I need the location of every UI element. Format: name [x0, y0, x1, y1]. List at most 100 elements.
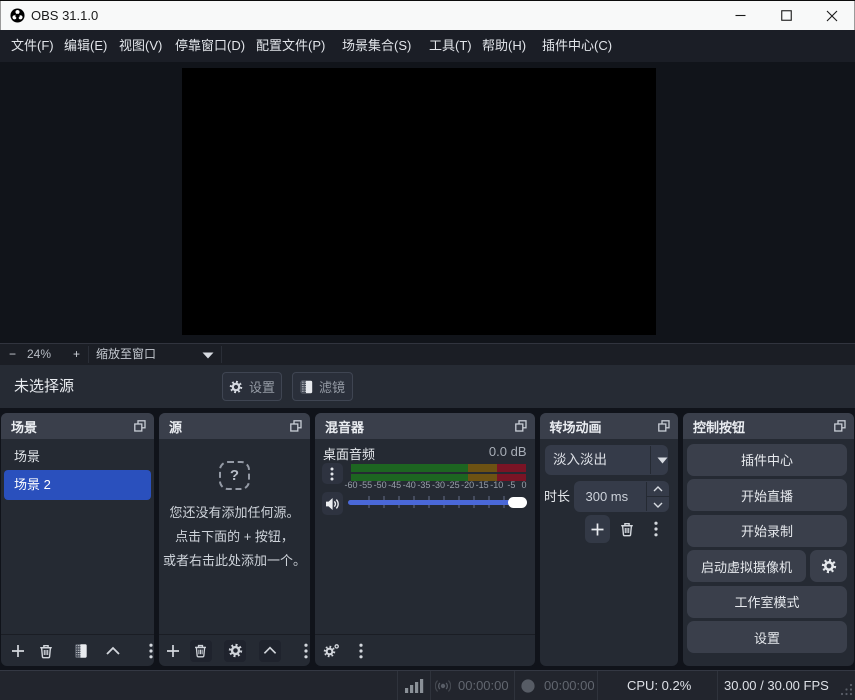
- scene-item-selected[interactable]: 场景 2: [4, 470, 151, 500]
- remove-source-button[interactable]: [190, 640, 212, 662]
- source-properties-button[interactable]: [224, 640, 246, 662]
- add-scene-button[interactable]: [11, 643, 26, 658]
- scenes-toolbar: [1, 634, 154, 666]
- minimize-button[interactable]: [717, 1, 763, 30]
- popout-icon[interactable]: [658, 420, 670, 432]
- remove-scene-button[interactable]: [38, 643, 54, 659]
- filters-icon: [300, 380, 313, 394]
- volume-slider-track[interactable]: [348, 500, 527, 505]
- settings-button[interactable]: 设置: [687, 621, 847, 653]
- scene-item[interactable]: 场景: [1, 443, 154, 470]
- toolbar-overflow-button[interactable]: [149, 643, 153, 659]
- separator: [430, 671, 431, 700]
- sources-empty-state[interactable]: ? 您还没有添加任何源。 点击下面的 + 按钮， 或者右击此处添加一个。: [159, 413, 310, 573]
- controls-dock-titlebar[interactable]: 控制按钮: [683, 413, 854, 439]
- advanced-audio-button[interactable]: [322, 643, 339, 658]
- duration-spinbox[interactable]: 300 ms: [574, 481, 669, 512]
- mixer-menu-button[interactable]: [359, 643, 363, 659]
- sources-toolbar: [159, 634, 310, 666]
- menu-view[interactable]: 视图(V): [119, 30, 162, 62]
- close-icon: [826, 10, 838, 22]
- transition-selected-value: 淡入淡出: [553, 445, 607, 475]
- dots-vertical-icon: [304, 643, 308, 659]
- dots-vertical-icon: [654, 521, 658, 537]
- start-virtual-camera-button[interactable]: 启动虚拟摄像机: [687, 550, 806, 582]
- menu-profile[interactable]: 配置文件(P): [256, 30, 325, 62]
- mixer-dock-titlebar[interactable]: 混音器: [315, 413, 535, 439]
- scenes-dock-title: 场景: [11, 417, 37, 436]
- obs-window: OBS 31.1.0 文件(F) 编辑(E) 视图(V) 停靠窗口(D) 配置文…: [0, 0, 855, 700]
- titlebar: OBS 31.1.0: [0, 0, 855, 30]
- separator: [514, 671, 515, 700]
- menubar: 文件(F) 编辑(E) 视图(V) 停靠窗口(D) 配置文件(P) 场景集合(S…: [0, 30, 855, 62]
- source-properties-button[interactable]: 设置: [222, 372, 282, 401]
- mixer-toolbar: [315, 634, 535, 666]
- resize-grip[interactable]: [840, 683, 853, 696]
- start-recording-button[interactable]: 开始录制: [687, 515, 847, 547]
- menu-help[interactable]: 帮助(H): [482, 30, 526, 62]
- mute-button[interactable]: [322, 492, 344, 515]
- preview-area[interactable]: [0, 62, 855, 343]
- add-transition-button[interactable]: [585, 515, 610, 543]
- volume-slider-handle[interactable]: [508, 497, 527, 508]
- volume-meter: [351, 464, 526, 481]
- zoom-out-button[interactable]: −: [9, 344, 16, 365]
- menu-tools[interactable]: 工具(T): [429, 30, 472, 62]
- scenes-dock-titlebar[interactable]: 场景: [1, 413, 154, 439]
- move-scene-up-button[interactable]: [106, 646, 121, 655]
- popout-icon[interactable]: [834, 420, 846, 432]
- menu-scene-collection[interactable]: 场景集合(S): [342, 30, 411, 62]
- spin-down-button[interactable]: [651, 500, 664, 509]
- source-filters-label: 滤镜: [319, 377, 345, 396]
- trash-icon: [193, 643, 208, 658]
- close-button[interactable]: [809, 1, 855, 30]
- volume-slider[interactable]: [348, 496, 527, 508]
- toolbar-overflow-button[interactable]: [304, 643, 308, 659]
- maximize-button[interactable]: [763, 1, 809, 30]
- spin-up-button[interactable]: [651, 484, 664, 493]
- source-filters-button[interactable]: 滤镜: [292, 372, 353, 401]
- studio-mode-button[interactable]: 工作室模式: [687, 586, 847, 618]
- docks-area: 场景 场景 场景 2: [0, 408, 855, 671]
- menu-file[interactable]: 文件(F): [11, 30, 54, 62]
- record-status-icon: [521, 679, 535, 693]
- separator: [221, 346, 222, 363]
- filters-icon: [75, 643, 88, 658]
- preview-canvas[interactable]: [182, 68, 656, 335]
- trash-icon: [619, 521, 635, 537]
- network-signal-icon: [405, 678, 424, 693]
- mixer-config-button[interactable]: [322, 463, 344, 484]
- separator: [646, 496, 670, 497]
- menu-docks[interactable]: 停靠窗口(D): [175, 30, 245, 62]
- dots-vertical-icon: [149, 643, 153, 659]
- record-timer: 00:00:00: [544, 671, 595, 700]
- fps-indicator: 30.00 / 30.00 FPS: [724, 671, 829, 700]
- menu-plugin-center[interactable]: 插件中心(C): [542, 30, 612, 62]
- zoom-in-button[interactable]: +: [73, 344, 80, 365]
- remove-transition-button[interactable]: [619, 521, 635, 537]
- transition-properties-button[interactable]: [654, 521, 658, 537]
- separator: [88, 346, 89, 363]
- plus-icon: [590, 522, 605, 537]
- cpu-usage: CPU: 0.2%: [627, 671, 691, 700]
- scene-filters-button[interactable]: [75, 643, 88, 658]
- menu-edit[interactable]: 编辑(E): [64, 30, 107, 62]
- empty-hint-line: 点击下面的 + 按钮，: [159, 525, 310, 549]
- move-source-up-button[interactable]: [259, 640, 281, 662]
- chevron-up-icon: [106, 646, 121, 655]
- chevron-down-icon: [657, 457, 668, 464]
- transitions-dock-titlebar[interactable]: 转场动画: [540, 413, 679, 439]
- virtual-camera-config-button[interactable]: [810, 550, 847, 582]
- add-source-button[interactable]: [166, 643, 181, 658]
- transition-select[interactable]: 淡入淡出: [545, 445, 669, 475]
- zoom-fit-select[interactable]: 缩放至窗口: [96, 344, 156, 365]
- separator: [650, 446, 651, 474]
- scenes-list: 场景 场景 2: [1, 439, 154, 500]
- plugin-center-button[interactable]: 插件中心: [687, 444, 847, 476]
- popout-icon[interactable]: [134, 420, 146, 432]
- empty-hint-line: 您还没有添加任何源。: [159, 501, 310, 525]
- start-streaming-button[interactable]: 开始直播: [687, 479, 847, 511]
- chevron-down-icon[interactable]: [202, 352, 214, 359]
- popout-icon[interactable]: [515, 420, 527, 432]
- advanced-gear-icon: [322, 643, 339, 658]
